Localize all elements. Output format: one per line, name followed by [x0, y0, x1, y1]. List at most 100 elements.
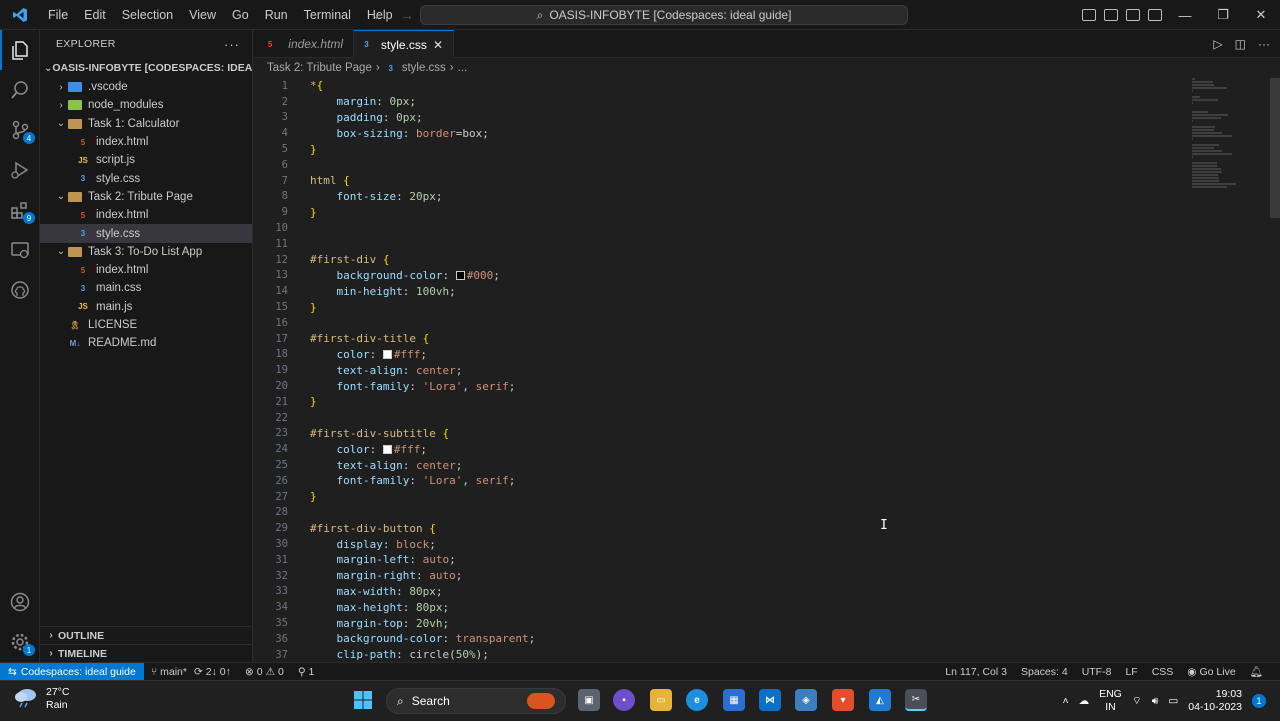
tree-item[interactable]: 🎗︎ LICENSE	[40, 316, 252, 334]
tree-item[interactable]: ⌄ Task 3: To-Do List App	[40, 243, 252, 261]
forward-arrow-icon[interactable]: →	[400, 7, 414, 23]
editor-scrollbar[interactable]	[1270, 78, 1280, 218]
brave-browser-icon[interactable]: ▾	[832, 689, 854, 711]
tree-item[interactable]: ⌄ Task 2: Tribute Page	[40, 188, 252, 206]
color-swatch-icon[interactable]	[382, 444, 392, 454]
js-file-icon: JS	[78, 302, 88, 312]
tree-item[interactable]: M↓ README.md	[40, 334, 252, 352]
code-editor[interactable]: 1 *{2 margin: 0px; 3 padding: 0px; 4 box-si…	[254, 78, 1280, 662]
toggle-secondary-sidebar-icon[interactable]	[1126, 9, 1140, 21]
color-swatch-icon[interactable]	[382, 349, 392, 359]
tree-item[interactable]: ⌄ Task 1: Calculator	[40, 115, 252, 133]
code-line: 16	[254, 315, 288, 331]
tree-item[interactable]: › .vscode	[40, 78, 252, 96]
wifi-icon[interactable]: ⌔	[1132, 694, 1142, 708]
html-file-icon: 5	[80, 210, 86, 220]
tree-item[interactable]: 3 style.css	[40, 169, 252, 187]
close-tab-icon[interactable]: ✕	[433, 38, 443, 52]
file-explorer-icon[interactable]: ▭	[650, 689, 672, 711]
code-line: 36 background-color: transparent;	[254, 631, 535, 647]
code-token: ;	[455, 458, 463, 472]
back-arrow-icon[interactable]: ←	[372, 7, 386, 23]
tree-item[interactable]: 5 index.html	[40, 133, 252, 151]
toggle-primary-sidebar-icon[interactable]	[1082, 9, 1096, 21]
more-actions-icon[interactable]: ···	[1258, 37, 1270, 51]
end-of-line[interactable]: LF	[1118, 665, 1144, 678]
command-center[interactable]: ⌕ OASIS-INFOBYTE [Codespaces: ideal guid…	[420, 5, 908, 25]
task-view-icon[interactable]: ▣	[578, 689, 600, 711]
battery-icon[interactable]: ▭	[1168, 695, 1178, 707]
cursor-position[interactable]: Ln 117, Col 3	[938, 665, 1014, 678]
chevron-up-icon[interactable]: ˄	[1062, 695, 1068, 707]
photos-app-icon[interactable]: ◭	[869, 689, 891, 711]
indentation[interactable]: Spaces: 4	[1014, 665, 1075, 678]
menu-item-view[interactable]: View	[181, 0, 224, 30]
menu-item-terminal[interactable]: Terminal	[296, 0, 359, 30]
clock[interactable]: 19:03 04-10-2023	[1188, 688, 1242, 714]
breadcrumb-file[interactable]: style.css	[402, 62, 446, 74]
remote-indicator[interactable]: ⇆ Codespaces: ideal guide	[0, 662, 144, 681]
github-icon[interactable]	[0, 270, 40, 310]
ports-indicator[interactable]: ⚲ 1	[291, 666, 322, 678]
onedrive-cloud-icon[interactable]: ☁	[1079, 695, 1090, 707]
remote-explorer-icon[interactable]	[0, 230, 40, 270]
encoding[interactable]: UTF-8	[1075, 665, 1119, 678]
workspace-root[interactable]: ⌄ OASIS-INFOBYTE [CODESPACES: IDEAL GUI.…	[40, 58, 252, 78]
run-debug-icon[interactable]	[0, 150, 40, 190]
maximize-icon[interactable]: ❐	[1204, 0, 1242, 30]
source-control-icon[interactable]: 4	[0, 110, 40, 150]
snipping-tool-icon[interactable]: ✂	[905, 689, 927, 711]
menu-item-edit[interactable]: Edit	[76, 0, 114, 30]
code-token: circle(	[409, 648, 456, 662]
edge-browser-icon[interactable]: e	[686, 689, 708, 711]
menu-item-selection[interactable]: Selection	[114, 0, 181, 30]
branch-indicator[interactable]: ⑂ main* ⟳ 2↓ 0↑	[144, 666, 238, 678]
tree-item[interactable]: 5 index.html	[40, 261, 252, 279]
volume-icon[interactable]: 🔊︎	[1152, 695, 1159, 708]
accounts-icon[interactable]	[0, 582, 40, 622]
go-live-button[interactable]: ◉ Go Live	[1180, 665, 1242, 678]
minimize-icon[interactable]: —	[1166, 0, 1204, 30]
menu-item-go[interactable]: Go	[224, 0, 257, 30]
tree-item[interactable]: 3 main.css	[40, 279, 252, 297]
more-actions-icon[interactable]: ···	[224, 37, 240, 52]
close-window-icon[interactable]: ✕	[1242, 0, 1280, 30]
tree-item[interactable]: 3 style.css	[40, 224, 252, 243]
tab-index-html[interactable]: 5 index.html	[254, 30, 354, 58]
teams-chat-icon[interactable]: ▪	[613, 689, 635, 711]
breadcrumb-folder[interactable]: Task 2: Tribute Page	[267, 62, 372, 74]
notification-badge-icon[interactable]: 1	[1252, 694, 1266, 708]
vscode-taskbar-icon[interactable]: ⋈	[759, 689, 781, 711]
split-editor-icon[interactable]: ◫	[1235, 37, 1246, 51]
windows-start-icon[interactable]	[352, 689, 374, 711]
manage-gear-icon[interactable]: 1	[0, 622, 40, 662]
tree-item[interactable]: 5 index.html	[40, 206, 252, 224]
timeline-section[interactable]: › TIMELINE	[40, 644, 253, 662]
menu-item-run[interactable]: Run	[257, 0, 296, 30]
language-indicator[interactable]: ENG IN	[1099, 688, 1122, 714]
minimap[interactable]	[1192, 78, 1264, 238]
tree-item[interactable]: › node_modules	[40, 96, 252, 114]
search-icon[interactable]	[0, 70, 40, 110]
taskbar-search[interactable]: ⌕ Search	[386, 688, 566, 714]
notifications-bell-icon[interactable]: 🔔︎	[1243, 665, 1270, 678]
code-line: 33 max-width: 80px;	[254, 584, 442, 600]
run-icon[interactable]: ▷	[1213, 37, 1222, 51]
outline-section[interactable]: › OUTLINE	[40, 626, 253, 644]
problems-indicator[interactable]: ⊗ 0 ⚠ 0	[238, 666, 291, 678]
language-mode[interactable]: CSS	[1145, 665, 1181, 678]
go-live-label: Go Live	[1199, 665, 1236, 678]
explorer-icon[interactable]	[0, 30, 40, 70]
tree-item[interactable]: JS script.js	[40, 151, 252, 169]
ms-store-icon[interactable]: ▦	[723, 689, 745, 711]
extensions-icon[interactable]: 9	[0, 190, 40, 230]
weather-widget[interactable]: 27°C Rain	[14, 686, 69, 712]
tree-item[interactable]: JS main.js	[40, 298, 252, 316]
color-swatch-icon[interactable]	[455, 270, 465, 280]
customize-layout-icon[interactable]	[1148, 9, 1162, 21]
menu-item-file[interactable]: File	[40, 0, 76, 30]
toggle-panel-icon[interactable]	[1104, 9, 1118, 21]
virtualbox-icon[interactable]: ◈	[795, 689, 817, 711]
breadcrumb-symbol[interactable]: ...	[458, 62, 468, 74]
tab-style-css[interactable]: 3 style.css ✕	[354, 30, 454, 58]
